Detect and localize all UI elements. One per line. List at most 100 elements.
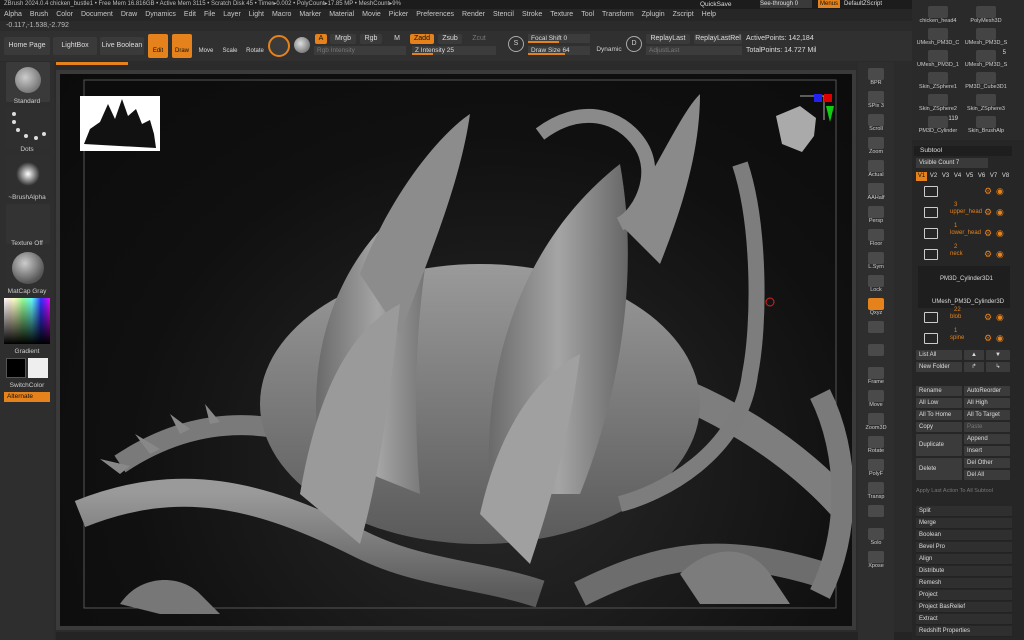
right-shelf-item[interactable]: PolyF xyxy=(863,459,889,481)
section-bevel-pro[interactable]: Bevel Pro xyxy=(916,542,1012,553)
right-shelf-item[interactable]: Rotate xyxy=(863,436,889,458)
move-up-icon[interactable]: ↱ xyxy=(964,362,984,372)
version-tab[interactable]: V8 xyxy=(1000,172,1011,181)
menu-item-render[interactable]: Render xyxy=(458,11,489,18)
menu-item-zscript[interactable]: Zscript xyxy=(669,11,698,18)
menu-item-transform[interactable]: Transform xyxy=(598,11,638,18)
subtool-header[interactable]: Subtool xyxy=(914,146,1012,156)
gear-icon[interactable]: ⚙ xyxy=(984,207,992,218)
s-circle-icon[interactable]: S xyxy=(508,36,524,52)
edit-button[interactable]: Edit xyxy=(148,34,168,58)
del-all-button[interactable]: Del All xyxy=(964,470,1010,480)
section-align[interactable]: Align xyxy=(916,554,1012,565)
visible-count-slider[interactable]: Visible Count 7 xyxy=(916,158,988,168)
menus-button[interactable]: Menus xyxy=(818,0,840,8)
section-distribute[interactable]: Distribute xyxy=(916,566,1012,577)
eye-icon[interactable]: ◉ xyxy=(996,207,1004,218)
menu-item-document[interactable]: Document xyxy=(77,11,117,18)
right-shelf-item[interactable]: Solo xyxy=(863,528,889,550)
append-button[interactable]: Append xyxy=(964,434,1010,444)
eye-icon[interactable]: ◉ xyxy=(996,228,1004,239)
all-to-target-button[interactable]: All To Target xyxy=(964,410,1010,420)
right-shelf-item[interactable]: Qxyz xyxy=(863,298,889,320)
copy-button[interactable]: Copy xyxy=(916,422,962,432)
menu-item-draw[interactable]: Draw xyxy=(117,11,141,18)
menu-item-marker[interactable]: Marker xyxy=(295,11,325,18)
right-shelf-item[interactable]: SPix 3 xyxy=(863,91,889,113)
matcap-thumbnail[interactable] xyxy=(6,250,50,290)
zadd-button[interactable]: Zadd xyxy=(410,34,434,44)
draw-button[interactable]: Draw xyxy=(172,34,192,58)
rotate-button[interactable]: Rotate xyxy=(244,34,266,58)
menu-item-stencil[interactable]: Stencil xyxy=(489,11,518,18)
section-extract[interactable]: Extract xyxy=(916,614,1012,625)
menu-item-help[interactable]: Help xyxy=(698,11,720,18)
section-project[interactable]: Project xyxy=(916,590,1012,601)
color-sphere-icon[interactable] xyxy=(294,37,310,53)
gear-icon[interactable]: ⚙ xyxy=(984,228,992,239)
section-split[interactable]: Split xyxy=(916,506,1012,517)
paste-button[interactable]: Paste xyxy=(964,422,1010,432)
version-tab[interactable]: V1 xyxy=(916,172,927,181)
tool-thumbnail[interactable]: PM3D_Cylinder 119 xyxy=(916,116,960,138)
menu-item-zplugin[interactable]: Zplugin xyxy=(638,11,669,18)
version-tab[interactable]: V2 xyxy=(928,172,939,181)
right-shelf-item[interactable]: Floor xyxy=(863,229,889,251)
auto-reorder-button[interactable]: AutoReorder xyxy=(964,386,1010,396)
3d-viewport[interactable] xyxy=(60,74,852,626)
menu-item-alpha[interactable]: Alpha xyxy=(0,11,26,18)
eye-icon[interactable]: ◉ xyxy=(996,249,1004,260)
tool-thumbnail[interactable]: UMesh_PM3D_C xyxy=(916,28,960,50)
live-boolean-button[interactable]: Live Boolean xyxy=(100,37,144,55)
seethrough-slider[interactable]: See-through 0 xyxy=(760,0,812,8)
all-low-button[interactable]: All Low xyxy=(916,398,962,408)
subtool-row[interactable]: 22 blob ⚙ ◉ xyxy=(918,307,1010,329)
apply-last-action-button[interactable]: Apply Last Action To All Subtool xyxy=(916,488,1012,494)
tool-thumbnail[interactable]: Skin_BrushAlp xyxy=(964,116,1008,138)
right-shelf-item[interactable]: Transp xyxy=(863,482,889,504)
right-shelf-item[interactable]: Zoom xyxy=(863,137,889,159)
d-circle-icon[interactable]: D xyxy=(626,36,642,52)
version-tab[interactable]: V3 xyxy=(940,172,951,181)
tool-thumbnail[interactable]: Skin_ZSphere3 xyxy=(964,94,1008,116)
right-shelf-item[interactable] xyxy=(863,505,889,527)
section-boolean[interactable]: Boolean xyxy=(916,530,1012,541)
menu-item-stroke[interactable]: Stroke xyxy=(518,11,546,18)
zcut-button[interactable]: Zcut xyxy=(468,34,490,44)
subtool-row[interactable]: 3 upper_head ⚙ ◉ xyxy=(918,202,1010,224)
gear-icon[interactable]: ⚙ xyxy=(984,186,992,197)
arrow-down-icon[interactable]: ▼ xyxy=(986,350,1010,360)
adjust-last-slider[interactable]: AdjustLast xyxy=(646,46,742,55)
move-down-icon[interactable]: ↳ xyxy=(986,362,1010,372)
tool-thumbnail[interactable]: Skin_ZSphere1 xyxy=(916,72,960,94)
color-picker[interactable] xyxy=(4,298,50,344)
right-shelf-item[interactable]: Zoom3D xyxy=(863,413,889,435)
draw-size-slider[interactable]: Draw Size 64 xyxy=(528,46,590,55)
mrgb-button[interactable]: Mrgb xyxy=(330,34,356,44)
delete-button[interactable]: Delete xyxy=(916,458,962,480)
right-shelf-item[interactable] xyxy=(863,321,889,343)
zsub-button[interactable]: Zsub xyxy=(438,34,462,44)
tool-thumbnail[interactable]: PM3D_Cube3D1 xyxy=(964,72,1008,94)
section-redshift-properties[interactable]: Redshift Properties xyxy=(916,626,1012,637)
section-merge[interactable]: Merge xyxy=(916,518,1012,529)
menu-item-macro[interactable]: Macro xyxy=(268,11,295,18)
tool-thumbnail[interactable]: UMesh_PM3D_S 5 xyxy=(964,50,1008,72)
scale-button[interactable]: Scale xyxy=(220,34,240,58)
replay-last-rel-button[interactable]: ReplayLastRel xyxy=(694,34,742,44)
subtool-row[interactable]: 1 lower_head ⚙ ◉ xyxy=(918,223,1010,245)
secondary-color-swatch[interactable] xyxy=(28,358,48,378)
a-button[interactable]: A xyxy=(315,34,327,44)
tool-thumbnail[interactable]: Skin_ZSphere2 xyxy=(916,94,960,116)
tool-thumbnail[interactable]: UMesh_PM3D_S xyxy=(964,28,1008,50)
m-button[interactable]: M xyxy=(390,34,404,44)
tool-thumbnail[interactable]: chicken_head4 xyxy=(916,6,960,28)
version-tab[interactable]: V5 xyxy=(964,172,975,181)
focal-shift-slider[interactable]: Focal Shift 0 xyxy=(528,34,590,43)
version-tab[interactable]: V6 xyxy=(976,172,987,181)
subtool-row[interactable]: 1 spine ⚙ ◉ xyxy=(918,328,1010,350)
del-other-button[interactable]: Del Other xyxy=(964,458,1010,468)
menu-item-picker[interactable]: Picker xyxy=(385,11,412,18)
quicksave-button[interactable]: QuickSave xyxy=(700,0,750,9)
all-high-button[interactable]: All High xyxy=(964,398,1010,408)
